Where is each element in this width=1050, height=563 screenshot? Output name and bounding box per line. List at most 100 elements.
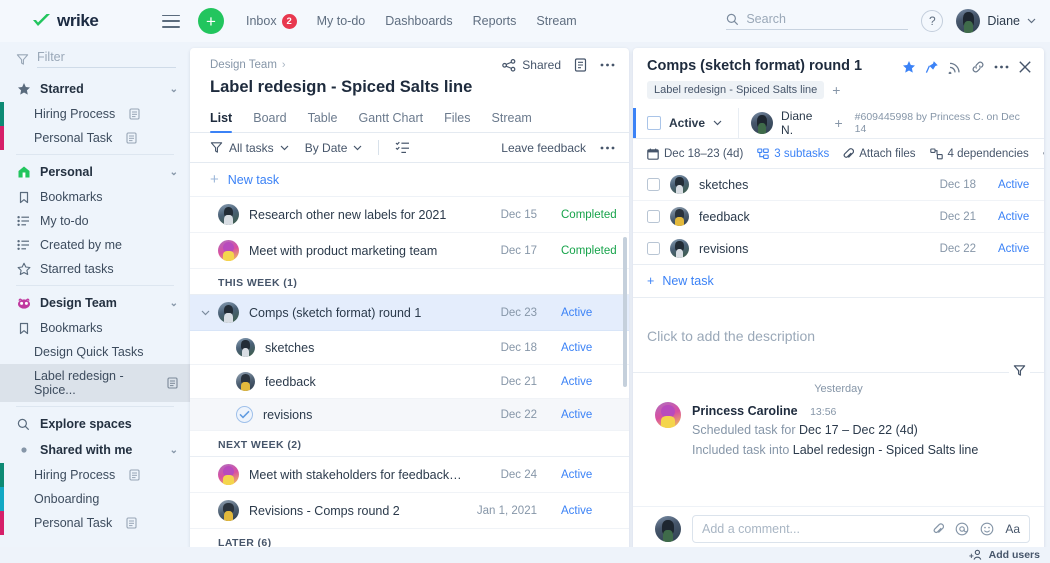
chevron-down-icon[interactable]: ⌄	[170, 167, 178, 178]
hamburger-icon[interactable]	[162, 14, 180, 28]
sidebar-item-bookmarks[interactable]: Bookmarks	[0, 185, 190, 209]
status-badge[interactable]: Active	[547, 505, 609, 517]
status-badge[interactable]: Active	[547, 307, 609, 319]
sidebar-group-personal[interactable]: Personal ⌄	[0, 159, 190, 185]
sidebar-item-design-bookmarks[interactable]: Bookmarks	[0, 316, 190, 340]
star-icon[interactable]	[902, 60, 916, 74]
status-checkbox[interactable]	[647, 116, 661, 130]
sidebar-item-created-by-me[interactable]: Created by me	[0, 233, 190, 257]
sidebar-group-shared-with-me[interactable]: Shared with me ⌄	[0, 437, 190, 463]
list-item[interactable]: revisions Dec 22 Active	[633, 233, 1044, 264]
comment-input[interactable]	[702, 522, 924, 536]
sidebar-item-design-quick-tasks[interactable]: Design Quick Tasks	[0, 340, 190, 364]
mention-icon[interactable]	[955, 522, 969, 536]
tab-files[interactable]: Files	[444, 106, 470, 132]
more-options-icon[interactable]	[600, 146, 615, 150]
sidebar-item-my-to-do[interactable]: My to-do	[0, 209, 190, 233]
pin-icon[interactable]	[925, 60, 939, 74]
leave-feedback-button[interactable]: Leave feedback	[501, 141, 586, 155]
wrike-logo[interactable]: wrike	[14, 11, 144, 31]
list-item[interactable]: feedback Dec 21 Active	[633, 201, 1044, 233]
sidebar-explore-spaces[interactable]: Explore spaces	[0, 411, 190, 437]
sidebar-item-starred-tasks[interactable]: Starred tasks	[0, 257, 190, 281]
status-badge[interactable]: Active	[547, 409, 609, 421]
shared-button[interactable]: Shared	[502, 58, 561, 72]
sidebar-group-design-team[interactable]: Design Team ⌄	[0, 290, 190, 316]
parent-folder-tag[interactable]: Label redesign - Spiced Salts line	[647, 81, 825, 99]
expand-toggle-icon[interactable]	[201, 310, 210, 316]
tab-board[interactable]: Board	[253, 106, 286, 132]
table-row[interactable]: feedback Dec 21 Active	[190, 365, 629, 399]
list-item[interactable]: sketches Dec 18 Active	[633, 169, 1044, 201]
assignee-chip[interactable]: Diane N. +	[739, 109, 855, 137]
status-badge[interactable]: Active	[986, 179, 1032, 191]
comment-box[interactable]: Aa	[692, 515, 1030, 543]
chevron-down-icon[interactable]: ⌄	[170, 298, 178, 309]
nav-item-dashboards[interactable]: Dashboards	[385, 14, 452, 28]
sidebar-item-personal-task[interactable]: Personal Task	[0, 126, 190, 150]
create-button[interactable]: +	[198, 8, 224, 34]
table-row[interactable]: Comps (sketch format) round 1 Dec 23 Activ…	[190, 295, 629, 331]
sidebar-filter[interactable]	[0, 42, 190, 74]
table-row[interactable]: Meet with stakeholders for feedback on c…	[190, 457, 629, 493]
search-input[interactable]	[746, 12, 909, 26]
sidebar-group-starred[interactable]: Starred ⌄	[0, 76, 190, 102]
table-row[interactable]: Research other new labels for 2021 Dec 15…	[190, 197, 629, 233]
dependencies-meta[interactable]: 4 dependencies	[929, 148, 1029, 160]
sidebar-item-shared-hiring-process[interactable]: Hiring Process	[0, 463, 190, 487]
status-badge[interactable]: Active	[986, 243, 1032, 255]
help-button[interactable]: ?	[921, 10, 944, 32]
table-row[interactable]: revisions Dec 22 Active	[190, 399, 629, 431]
sort-by-date-dropdown[interactable]: By Date	[305, 141, 363, 155]
tab-list[interactable]: List	[210, 106, 233, 133]
nav-item-inbox[interactable]: Inbox 2	[246, 13, 297, 29]
text-format-icon[interactable]: Aa	[1005, 522, 1020, 536]
table-row[interactable]: Meet with product marketing team Dec 17 Co…	[190, 233, 629, 269]
subtask-checkbox[interactable]	[647, 210, 660, 223]
subtasks-meta[interactable]: 3 subtasks	[757, 148, 829, 160]
emoji-icon[interactable]	[980, 522, 994, 536]
due-date-meta[interactable]: Dec 18–23 (4d)	[647, 148, 743, 160]
filter-all-tasks-dropdown[interactable]: All tasks	[210, 141, 289, 155]
chevron-down-icon[interactable]: ⌄	[170, 84, 178, 95]
nav-item-reports[interactable]: Reports	[473, 14, 517, 28]
subtask-checkbox[interactable]	[647, 178, 660, 191]
status-badge[interactable]: Active	[547, 342, 609, 354]
sidebar-item-hiring-process[interactable]: Hiring Process	[0, 102, 190, 126]
share-count-meta[interactable]: 2	[1043, 147, 1044, 160]
sidebar-item-shared-onboarding[interactable]: Onboarding	[0, 487, 190, 511]
task-complete-icon[interactable]	[236, 406, 253, 423]
nav-item-stream[interactable]: Stream	[536, 14, 576, 28]
sidebar-filter-input[interactable]	[37, 50, 176, 64]
status-badge[interactable]: Completed	[547, 245, 617, 257]
list-density-icon[interactable]	[395, 141, 410, 154]
tab-gantt-chart[interactable]: Gantt Chart	[358, 106, 423, 132]
status-badge[interactable]: Active	[547, 376, 609, 388]
tab-table[interactable]: Table	[308, 106, 338, 132]
add-users-button[interactable]: + Add users	[969, 549, 1040, 561]
more-options-icon[interactable]	[600, 63, 615, 67]
link-icon[interactable]	[971, 60, 985, 74]
attach-files-meta[interactable]: Attach files	[843, 148, 916, 160]
more-options-icon[interactable]	[994, 65, 1009, 69]
rss-icon[interactable]	[948, 60, 962, 74]
subtask-checkbox[interactable]	[647, 242, 660, 255]
table-row[interactable]: Revisions - Comps round 2 Jan 1, 2021 Acti…	[190, 493, 629, 529]
close-icon[interactable]	[1018, 60, 1032, 74]
sidebar-item-label-redesign[interactable]: Label redesign - Spice...	[0, 364, 190, 402]
new-subtask-button[interactable]: + New task	[633, 265, 1044, 298]
user-menu[interactable]: Diane	[956, 9, 1036, 33]
scrollbar-thumb[interactable]	[623, 237, 627, 387]
sidebar-item-shared-personal-task[interactable]: Personal Task	[0, 511, 190, 535]
status-dropdown[interactable]: Active	[633, 108, 740, 138]
search-box[interactable]	[726, 12, 909, 30]
activity-filter-icon[interactable]	[1009, 364, 1030, 377]
description-icon[interactable]	[574, 58, 587, 72]
paperclip-icon[interactable]	[933, 522, 945, 536]
nav-item-my-to-do[interactable]: My to-do	[317, 14, 366, 28]
add-assignee-icon[interactable]: +	[834, 115, 842, 131]
add-tag-icon[interactable]: +	[832, 82, 840, 98]
status-badge[interactable]: Completed	[547, 209, 617, 221]
table-row[interactable]: sketches Dec 18 Active	[190, 331, 629, 365]
status-badge[interactable]: Active	[547, 469, 609, 481]
